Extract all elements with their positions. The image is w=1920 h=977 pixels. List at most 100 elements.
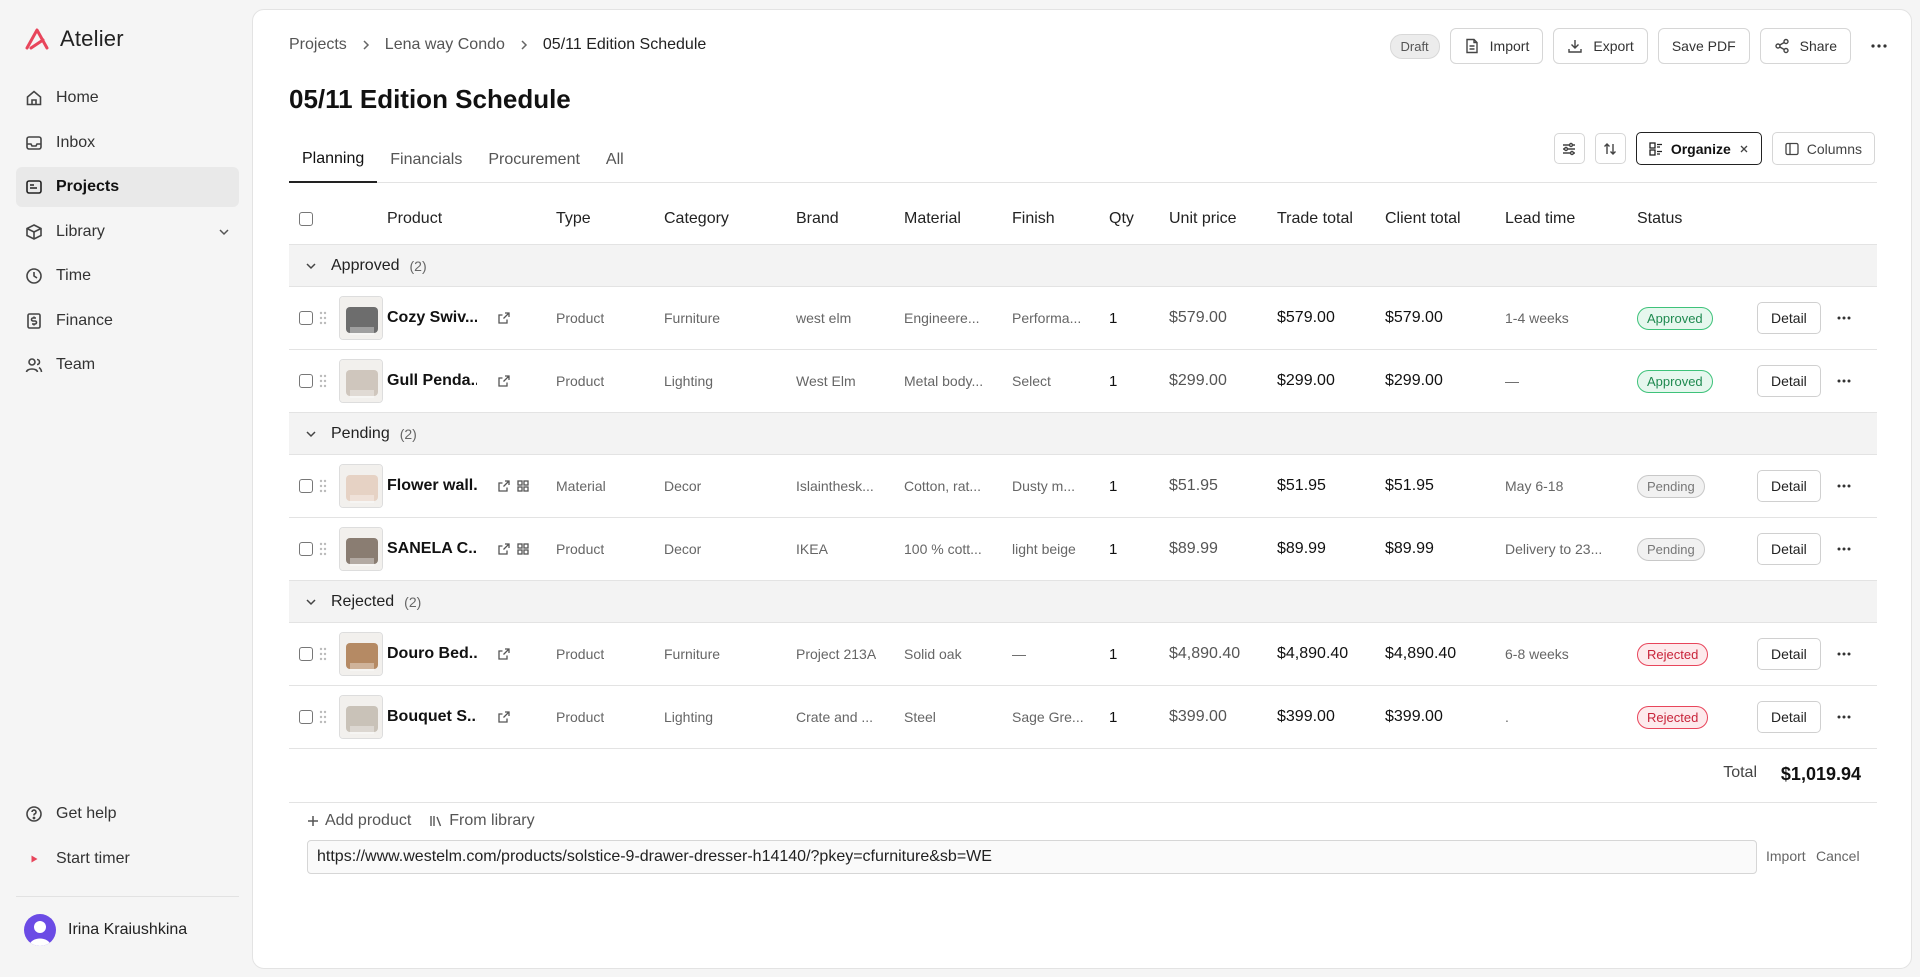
qty-cell[interactable]: 1 (1109, 686, 1117, 748)
col-qty[interactable]: Qty (1109, 193, 1134, 244)
external-link-icon[interactable] (497, 686, 511, 748)
product-thumbnail[interactable] (339, 464, 383, 508)
detail-button[interactable]: Detail (1757, 470, 1821, 502)
product-name[interactable]: Bouquet S... (387, 686, 477, 748)
drag-handle-icon[interactable] (319, 623, 327, 685)
product-thumbnail[interactable] (339, 527, 383, 571)
save-pdf-button[interactable]: Save PDF (1657, 28, 1750, 64)
tab-financials[interactable]: Financials (377, 137, 475, 183)
qty-cell[interactable]: 1 (1109, 350, 1117, 412)
columns-button[interactable]: Columns (1771, 132, 1875, 165)
group-header-approved[interactable]: Approved (2) (289, 245, 1877, 287)
user-profile[interactable]: Irina Kraiushkina (24, 914, 187, 946)
col-brand[interactable]: Brand (796, 193, 839, 244)
sidebar-item-home[interactable]: Home (16, 78, 239, 118)
table-row[interactable]: Douro Bed... Product Furniture Project 213A… (289, 623, 1877, 686)
breadcrumb-projects[interactable]: Projects (289, 36, 347, 54)
status-badge[interactable]: Pending (1637, 474, 1705, 498)
more-menu-button[interactable] (1861, 28, 1897, 64)
status-badge[interactable]: Approved (1637, 369, 1713, 393)
detail-button[interactable]: Detail (1757, 701, 1821, 733)
status-badge[interactable]: Rejected (1637, 642, 1709, 666)
sidebar-item-projects[interactable]: Projects (16, 167, 239, 207)
chevron-down-icon[interactable] (305, 581, 317, 622)
col-lead-time[interactable]: Lead time (1505, 193, 1575, 244)
table-row[interactable]: SANELA C... Product Decor IKEA 100 % cott...… (289, 518, 1877, 581)
status-badge[interactable]: Approved (1637, 306, 1713, 330)
url-cancel-button[interactable]: Cancel (1816, 848, 1860, 864)
chevron-down-icon[interactable] (305, 413, 317, 454)
detail-button[interactable]: Detail (1757, 302, 1821, 334)
external-link-icon[interactable] (497, 350, 511, 412)
drag-handle-icon[interactable] (319, 350, 327, 412)
product-thumbnail[interactable] (339, 296, 383, 340)
col-trade-total[interactable]: Trade total (1277, 193, 1353, 244)
variants-grid-icon[interactable] (517, 518, 529, 580)
status-badge[interactable]: Pending (1637, 537, 1705, 561)
sidebar-item-time[interactable]: Time (16, 256, 239, 296)
col-status[interactable]: Status (1637, 193, 1682, 244)
tab-all[interactable]: All (593, 137, 637, 183)
row-more-icon[interactable] (1837, 686, 1851, 748)
import-button[interactable]: Import (1449, 28, 1544, 64)
row-more-icon[interactable] (1837, 623, 1851, 685)
table-row[interactable]: Flower wall... Material Decor Islainthesk..… (289, 455, 1877, 518)
row-more-icon[interactable] (1837, 455, 1851, 517)
detail-button[interactable]: Detail (1757, 533, 1821, 565)
status-badge[interactable]: Rejected (1637, 705, 1709, 729)
drag-handle-icon[interactable] (319, 686, 327, 748)
close-icon[interactable] (1739, 144, 1749, 154)
add-product-button[interactable]: Add product (307, 812, 411, 830)
row-checkbox[interactable] (299, 479, 313, 493)
tab-planning[interactable]: Planning (289, 137, 378, 183)
get-help-item[interactable]: Get help (16, 794, 239, 834)
drag-handle-icon[interactable] (319, 518, 327, 580)
row-more-icon[interactable] (1837, 350, 1851, 412)
sidebar-item-inbox[interactable]: Inbox (16, 123, 239, 163)
row-checkbox[interactable] (299, 374, 313, 388)
row-more-icon[interactable] (1837, 518, 1851, 580)
sidebar-item-team[interactable]: Team (16, 345, 239, 385)
share-button[interactable]: Share (1759, 28, 1851, 64)
row-checkbox[interactable] (299, 311, 313, 325)
qty-cell[interactable]: 1 (1109, 455, 1117, 517)
variants-grid-icon[interactable] (517, 455, 529, 517)
product-name[interactable]: Douro Bed... (387, 623, 477, 685)
sidebar-item-finance[interactable]: Finance (16, 301, 239, 341)
product-name[interactable]: Flower wall... (387, 455, 477, 517)
product-thumbnail[interactable] (339, 695, 383, 739)
product-thumbnail[interactable] (339, 632, 383, 676)
col-client-total[interactable]: Client total (1385, 193, 1461, 244)
product-name[interactable]: Gull Penda... (387, 350, 477, 412)
external-link-icon[interactable] (497, 623, 511, 685)
col-unit-price[interactable]: Unit price (1169, 193, 1237, 244)
col-finish[interactable]: Finish (1012, 193, 1055, 244)
select-all-checkbox[interactable] (299, 211, 313, 226)
col-material[interactable]: Material (904, 193, 961, 244)
organize-button[interactable]: Organize (1635, 132, 1762, 165)
product-thumbnail[interactable] (339, 359, 383, 403)
row-checkbox[interactable] (299, 710, 313, 724)
qty-cell[interactable]: 1 (1109, 518, 1117, 580)
group-header-rejected[interactable]: Rejected (2) (289, 581, 1877, 623)
export-button[interactable]: Export (1553, 28, 1648, 64)
external-link-icon[interactable] (497, 287, 511, 349)
product-url-input[interactable]: https://www.westelm.com/products/solstic… (307, 840, 1757, 874)
brand[interactable]: Atelier (24, 26, 124, 52)
drag-handle-icon[interactable] (319, 287, 327, 349)
row-checkbox[interactable] (299, 647, 313, 661)
chevron-down-icon[interactable] (305, 245, 317, 286)
external-link-icon[interactable] (497, 518, 511, 580)
product-name[interactable]: Cozy Swiv... (387, 287, 477, 349)
from-library-button[interactable]: From library (429, 812, 535, 830)
col-type[interactable]: Type (556, 193, 591, 244)
col-product[interactable]: Product (387, 193, 442, 244)
col-category[interactable]: Category (664, 193, 729, 244)
table-row[interactable]: Cozy Swiv... Product Furniture west elm Engi… (289, 287, 1877, 350)
drag-handle-icon[interactable] (319, 455, 327, 517)
breadcrumb-project[interactable]: Lena way Condo (385, 36, 505, 54)
external-link-icon[interactable] (497, 455, 511, 517)
row-checkbox[interactable] (299, 542, 313, 556)
product-name[interactable]: SANELA C... (387, 518, 477, 580)
tab-procurement[interactable]: Procurement (475, 137, 593, 183)
